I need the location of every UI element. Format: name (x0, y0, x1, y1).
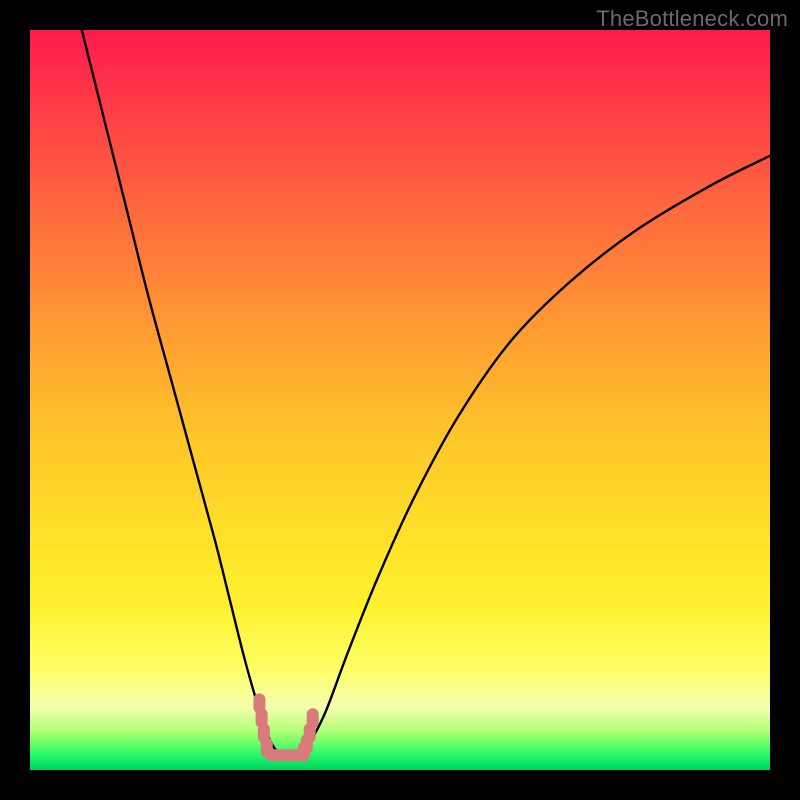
bottleneck-curve (82, 30, 770, 756)
watermark-text: TheBottleneck.com (596, 6, 788, 32)
curve-layer (30, 30, 770, 770)
highlight-cluster (253, 693, 318, 761)
highlight-dot (307, 708, 319, 728)
chart-frame: TheBottleneck.com (0, 0, 800, 800)
plot-area (30, 30, 770, 770)
